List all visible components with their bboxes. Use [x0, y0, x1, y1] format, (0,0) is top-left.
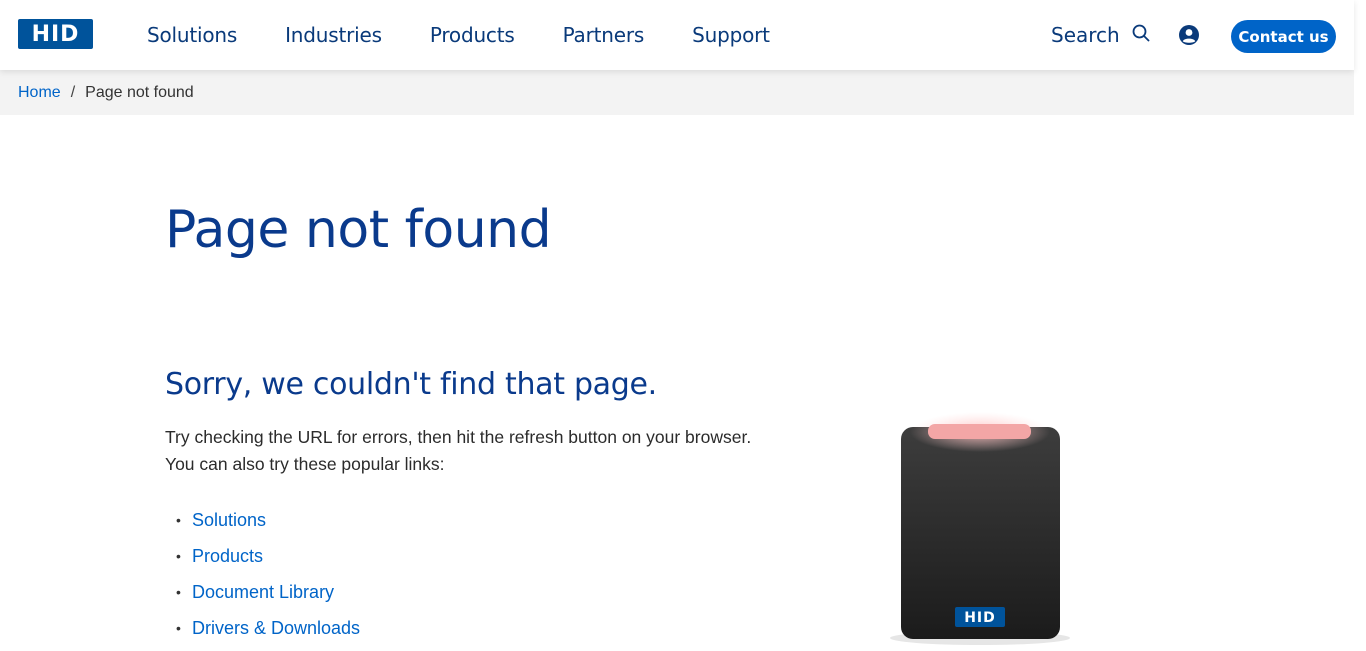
popular-links-list: • Solutions • Products • Document Librar…	[165, 502, 360, 646]
link-solutions[interactable]: Solutions	[192, 510, 266, 531]
nav-products[interactable]: Products	[430, 23, 515, 47]
bullet-icon: •	[176, 584, 181, 600]
page-title: Page not found	[165, 200, 552, 260]
search-icon	[1132, 24, 1150, 42]
search-button[interactable]: Search	[1051, 0, 1150, 70]
error-subtitle: Sorry, we couldn't find that page.	[165, 367, 657, 402]
contact-us-button[interactable]: Contact us	[1231, 20, 1336, 53]
link-drivers-downloads[interactable]: Drivers & Downloads	[192, 618, 360, 639]
user-account-icon[interactable]	[1178, 24, 1200, 46]
description-line-1: Try checking the URL for errors, then hi…	[165, 427, 752, 447]
nav-industries[interactable]: Industries	[285, 23, 382, 47]
list-item: • Solutions	[165, 502, 360, 538]
description-line-2: You can also try these popular links:	[165, 454, 445, 474]
link-document-library[interactable]: Document Library	[192, 582, 334, 603]
link-products[interactable]: Products	[192, 546, 263, 567]
breadcrumb-home-link[interactable]: Home	[18, 84, 61, 102]
logo-text: HID	[31, 21, 80, 47]
breadcrumb-separator: /	[70, 83, 76, 101]
card-reader-illustration: HID	[890, 412, 1070, 645]
nav-solutions[interactable]: Solutions	[147, 23, 237, 47]
bullet-icon: •	[176, 620, 181, 636]
breadcrumb-current: Page not found	[85, 83, 194, 101]
device-logo-text: HID	[964, 610, 996, 626]
bullet-icon: •	[176, 512, 181, 528]
bullet-icon: •	[176, 548, 181, 564]
breadcrumb: Home / Page not found	[0, 70, 1354, 115]
site-header: HID Solutions Industries Products Partne…	[0, 0, 1354, 70]
list-item: • Document Library	[165, 574, 360, 610]
list-item: • Drivers & Downloads	[165, 610, 360, 646]
nav-support[interactable]: Support	[692, 23, 770, 47]
hid-logo[interactable]: HID	[18, 19, 93, 49]
list-item: • Products	[165, 538, 360, 574]
error-description: Try checking the URL for errors, then hi…	[165, 424, 805, 478]
nav-partners[interactable]: Partners	[563, 23, 645, 47]
search-label: Search	[1051, 23, 1120, 47]
main-nav: Solutions Industries Products Partners S…	[147, 0, 818, 70]
